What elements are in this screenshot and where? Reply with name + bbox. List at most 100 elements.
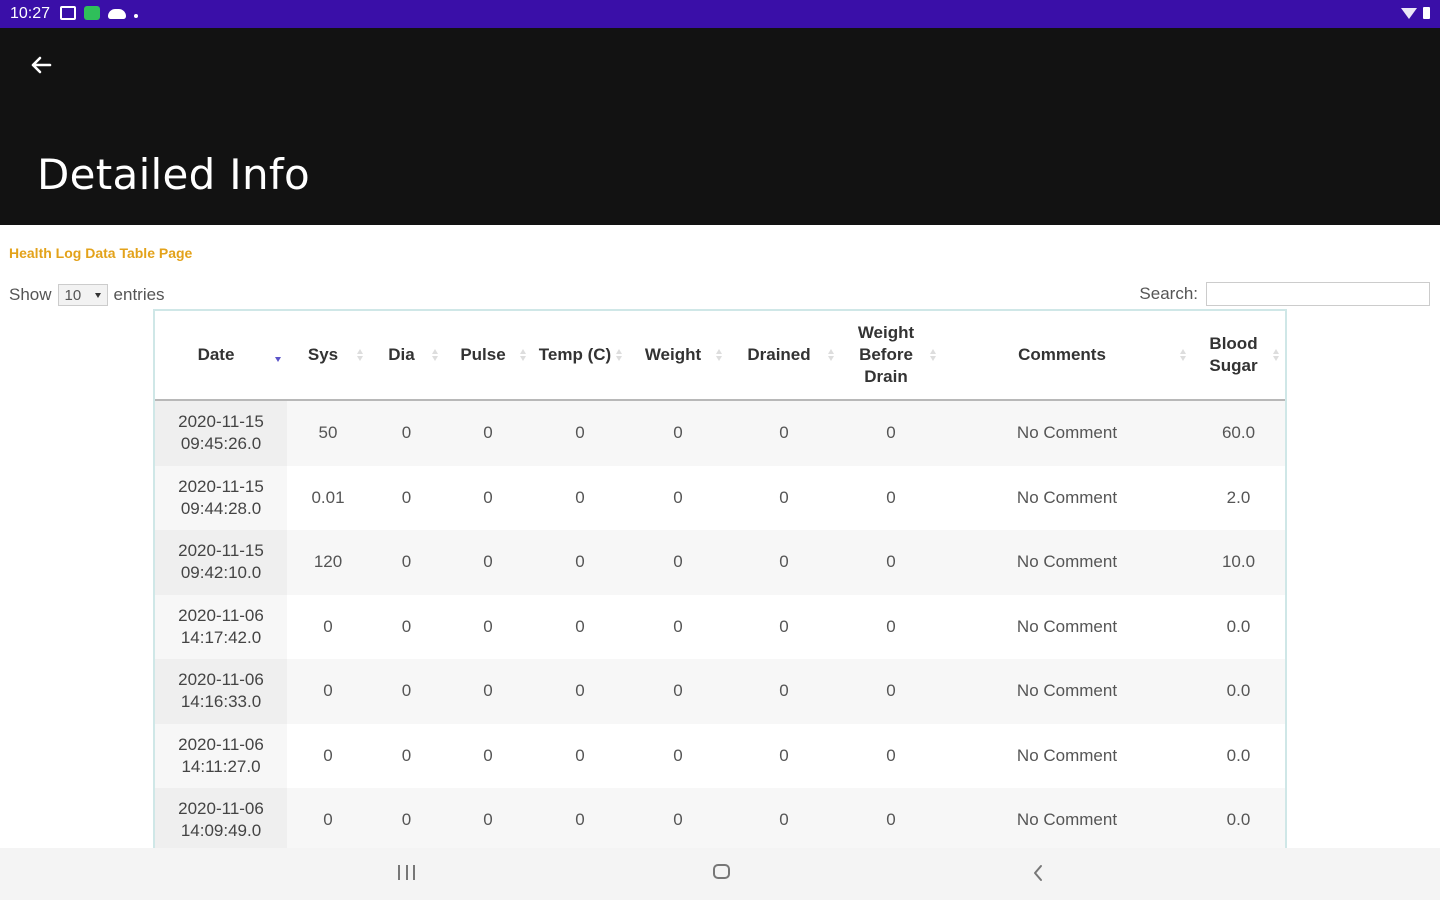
search-input[interactable] (1206, 282, 1430, 306)
column-header[interactable]: Drained (728, 311, 840, 401)
back-icon[interactable] (1030, 864, 1046, 882)
app-toolbar: Detailed Info (0, 28, 1440, 225)
table-cell: 0 (575, 745, 585, 765)
system-nav-bar (0, 848, 1440, 900)
home-icon[interactable] (713, 864, 730, 879)
table-cell: No Comment (1016, 552, 1118, 572)
column-header-label: Drained (747, 345, 811, 364)
status-time: 10:27 (10, 5, 51, 22)
table-cell: 60.0 (1221, 423, 1256, 443)
sort-icon (1180, 348, 1186, 362)
search-label: Search: (1139, 284, 1198, 303)
table-cell: 0 (779, 423, 789, 443)
status-icons-right (1401, 7, 1430, 19)
date-cell: 2020-11-15 09:42:10.0 (155, 530, 287, 595)
table-cell: 0 (886, 487, 896, 507)
table-cell: 0 (401, 810, 412, 830)
table-cell: 0 (779, 745, 789, 765)
sort-icon (432, 348, 438, 362)
column-header[interactable]: Comments (942, 311, 1192, 401)
table-cell: No Comment (1016, 487, 1118, 507)
table-cell: 0 (575, 681, 585, 701)
table-cell: 0 (483, 810, 493, 830)
table-cell: 0 (886, 552, 896, 572)
table-cell: 0 (483, 552, 493, 572)
entries-label: entries (113, 285, 165, 304)
table-cell: 0 (779, 681, 789, 701)
table-cell: 0 (886, 745, 896, 765)
entries-length-control: Show 10 entries (9, 284, 165, 306)
dropdown-caret-icon (94, 292, 101, 298)
show-label: Show (9, 285, 52, 304)
table-header-row: Date Sys Dia Pulse Temp (C) Weight Drain… (155, 311, 1285, 401)
table-cell: 0 (779, 810, 789, 830)
table-cell: 0 (323, 745, 333, 765)
column-header-label: Weight Before Drain (857, 323, 915, 386)
column-header[interactable]: Sys (287, 311, 369, 401)
table-cell: 0 (323, 810, 333, 830)
table-cell: 0 (401, 745, 412, 765)
table-cell: 10.0 (1221, 552, 1256, 572)
table-cell: 0 (673, 487, 683, 507)
sort-icon (520, 348, 526, 362)
column-header[interactable]: Pulse (444, 311, 532, 401)
table-cell: 0 (575, 423, 585, 443)
table-row: 2020-11-15 09:45:26.0 50 0 0 0 0 0 0 No Comment 6… (155, 400, 1285, 466)
date-cell: 2020-11-15 09:44:28.0 (155, 465, 287, 530)
status-icons-left (60, 6, 138, 20)
column-header-label: Date (197, 345, 235, 364)
table-cell: 0 (673, 423, 683, 443)
dot-icon (134, 13, 138, 18)
table-cell: 0 (886, 681, 896, 701)
sort-icon (616, 348, 622, 362)
sort-icon (828, 348, 834, 362)
column-header[interactable]: Temp (C) (532, 311, 628, 401)
cloud-icon (108, 9, 126, 19)
column-header-label: Dia (388, 345, 415, 364)
table-cell: 0.0 (1226, 745, 1251, 765)
table-row: 2020-11-06 14:17:42.0 0 0 0 0 0 0 0 No Comment 0.… (155, 594, 1285, 659)
data-table-container: Date Sys Dia Pulse Temp (C) Weight Drain… (153, 309, 1287, 849)
column-header[interactable]: Weight (628, 311, 728, 401)
page-subtitle: Health Log Data Table Page (9, 245, 193, 261)
column-header-label: Comments (1018, 345, 1106, 364)
table-cell: 0 (886, 423, 896, 443)
table-cell: 0 (673, 745, 683, 765)
table-cell: 0.0 (1226, 810, 1251, 830)
sort-icon (930, 348, 936, 362)
column-header-label: Sys (307, 345, 339, 364)
entries-select[interactable]: 10 (57, 284, 108, 306)
table-cell: 2.0 (1226, 487, 1251, 507)
table-cell: 0 (483, 616, 493, 636)
table-cell: 0 (483, 423, 493, 443)
table-cell: 0 (323, 681, 333, 701)
table-cell: 0 (673, 810, 683, 830)
status-bar: 10:27 (0, 0, 1440, 28)
recents-icon[interactable] (398, 865, 415, 880)
table-row: 2020-11-06 14:11:27.0 0 0 0 0 0 0 0 No Comment 0.… (155, 723, 1285, 788)
table-row: 2020-11-06 14:09:49.0 0 0 0 0 0 0 0 No Comment 0.… (155, 788, 1285, 849)
column-header[interactable]: Weight Before Drain (840, 311, 942, 401)
page-title: Detailed Info (37, 150, 310, 199)
sort-icon (716, 348, 722, 362)
column-header-label: Pulse (460, 345, 506, 364)
table-cell: 0 (673, 681, 683, 701)
app-icon (84, 6, 100, 20)
table-cell: 50 (318, 423, 338, 443)
date-cell: 2020-11-06 14:16:33.0 (155, 659, 287, 724)
table-cell: No Comment (1016, 616, 1118, 636)
table-cell: No Comment (1016, 681, 1118, 701)
table-cell: 0 (483, 745, 493, 765)
table-cell: 0 (401, 423, 412, 443)
table-cell: 0 (401, 487, 412, 507)
date-cell: 2020-11-06 14:17:42.0 (155, 594, 287, 659)
arrow-left-icon[interactable] (26, 50, 56, 80)
column-header[interactable]: Date (155, 311, 287, 401)
column-header[interactable]: Blood Sugar (1192, 311, 1285, 401)
table-cell: No Comment (1016, 423, 1118, 443)
table-cell: 0 (673, 616, 683, 636)
table-cell: 0 (779, 487, 789, 507)
table-body: 2020-11-15 09:45:26.0 50 0 0 0 0 0 0 No Comment 6… (155, 400, 1285, 849)
column-header[interactable]: Dia (369, 311, 444, 401)
table-cell: 0 (886, 616, 896, 636)
